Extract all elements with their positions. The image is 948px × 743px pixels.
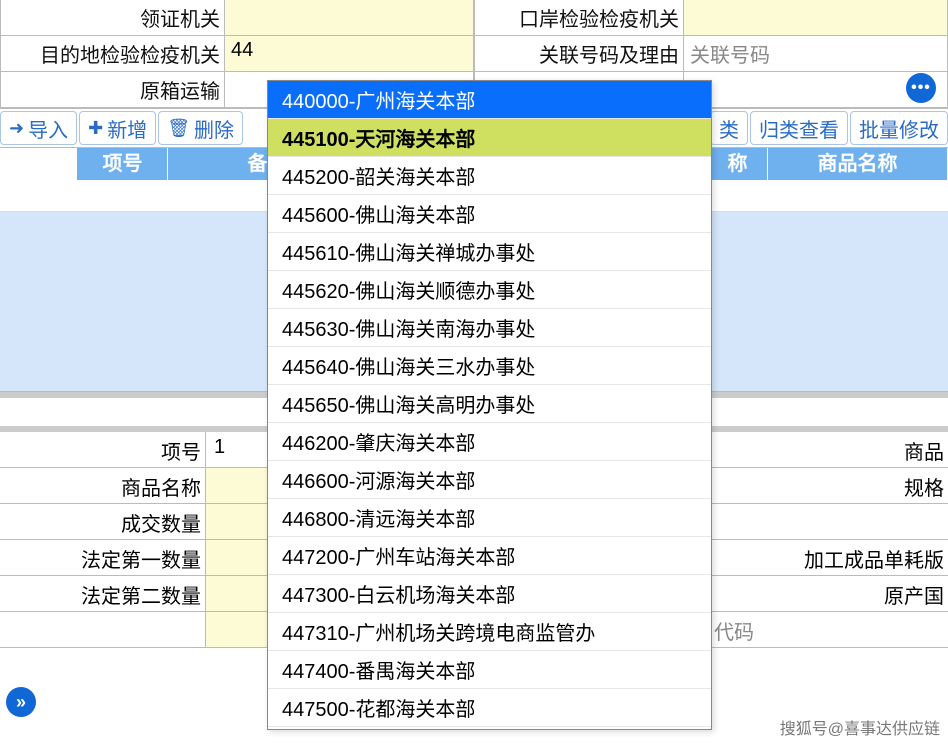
import-button[interactable]: ➜ 导入 — [0, 111, 77, 145]
dl-legal-qty2: 法定第二数量 — [0, 576, 206, 611]
input-mddjyjg[interactable]: 44 — [225, 36, 474, 71]
import-icon: ➜ — [9, 118, 24, 139]
dropdown-option[interactable]: 445640-佛山海关三水办事处 — [268, 347, 711, 385]
dl-blank — [0, 612, 206, 647]
col-index: 项号 — [78, 148, 168, 180]
dl-index: 项号 — [0, 432, 206, 467]
dl-legal-qty1: 法定第一数量 — [0, 540, 206, 575]
dropdown-option[interactable]: 447500-花都海关本部 — [268, 689, 711, 727]
view-category-button[interactable]: 归类查看 — [750, 111, 848, 145]
label-yxys: 原箱运输 — [0, 72, 225, 107]
dropdown-option[interactable]: 445600-佛山海关本部 — [268, 195, 711, 233]
label-mddjyjg: 目的地检验检疫机关 — [0, 36, 225, 71]
dropdown-option[interactable]: 445620-佛山海关顺德办事处 — [268, 271, 711, 309]
trash-icon: 🗑 — [167, 118, 190, 139]
dr-origin: 原产国 — [706, 576, 948, 611]
input-kajyjg[interactable] — [684, 0, 948, 35]
dropdown-option[interactable]: 446200-肇庆海关本部 — [268, 423, 711, 461]
expand-button[interactable]: » — [6, 687, 36, 717]
category-label: 类 — [719, 114, 739, 143]
plus-icon: ✚ — [88, 118, 103, 139]
add-button[interactable]: ✚ 新增 — [79, 111, 156, 145]
dr-process: 加工成品单耗版 — [706, 540, 948, 575]
dropdown-option[interactable]: 445610-佛山海关禅城办事处 — [268, 233, 711, 271]
dl-goods-name: 商品名称 — [0, 468, 206, 503]
col-name1: 称 — [708, 148, 768, 180]
view-category-label: 归类查看 — [759, 114, 839, 143]
dropdown-option[interactable]: 447200-广州车站海关本部 — [268, 537, 711, 575]
delete-label: 删除 — [194, 114, 234, 143]
customs-dropdown[interactable]: 440000-广州海关本部445100-天河海关本部445200-韶关海关本部4… — [267, 80, 712, 730]
dr-goods: 商品 — [706, 432, 948, 467]
dropdown-option[interactable]: 447310-广州机场关跨境电商监管办 — [268, 613, 711, 651]
dl-deal-qty: 成交数量 — [0, 504, 206, 539]
label-kajyjg: 口岸检验检疫机关 — [474, 0, 684, 35]
label-glhmly: 关联号码及理由 — [474, 36, 684, 71]
dropdown-option[interactable]: 446800-清远海关本部 — [268, 499, 711, 537]
dots-icon: ••• — [911, 79, 931, 97]
dr-spec: 规格 — [706, 468, 948, 503]
dropdown-option[interactable]: 445200-韶关海关本部 — [268, 157, 711, 195]
dropdown-option[interactable]: 447400-番禺海关本部 — [268, 651, 711, 689]
table-corner — [0, 148, 78, 180]
watermark: 搜狐号@喜事达供应链 — [780, 715, 940, 739]
dropdown-option[interactable]: 445100-天河海关本部 — [268, 119, 711, 157]
dropdown-option[interactable]: 447700-从化海关本部 — [268, 727, 711, 730]
input-lzjg[interactable] — [225, 0, 474, 35]
col-goods-name: 商品名称 — [768, 148, 948, 180]
delete-button[interactable]: 🗑 删除 — [158, 111, 243, 145]
input-glhmly[interactable]: 关联号码 — [684, 36, 948, 71]
more-button[interactable]: ••• — [906, 73, 936, 103]
dropdown-option[interactable]: 445650-佛山海关高明办事处 — [268, 385, 711, 423]
batch-edit-label: 批量修改 — [859, 114, 939, 143]
batch-edit-button[interactable]: 批量修改 — [850, 111, 948, 145]
import-label: 导入 — [28, 114, 68, 143]
dropdown-option[interactable]: 445630-佛山海关南海办事处 — [268, 309, 711, 347]
category-button[interactable]: 类 — [710, 111, 748, 145]
label-lzjg: 领证机关 — [0, 0, 225, 35]
dropdown-option[interactable]: 446600-河源海关本部 — [268, 461, 711, 499]
dropdown-option[interactable]: 440000-广州海关本部 — [268, 81, 711, 119]
dropdown-option[interactable]: 447300-白云机场海关本部 — [268, 575, 711, 613]
chevron-right-icon: » — [16, 692, 26, 713]
code-hint[interactable]: 代码 — [706, 612, 948, 647]
add-label: 新增 — [107, 114, 147, 143]
dr-empty — [706, 504, 948, 539]
